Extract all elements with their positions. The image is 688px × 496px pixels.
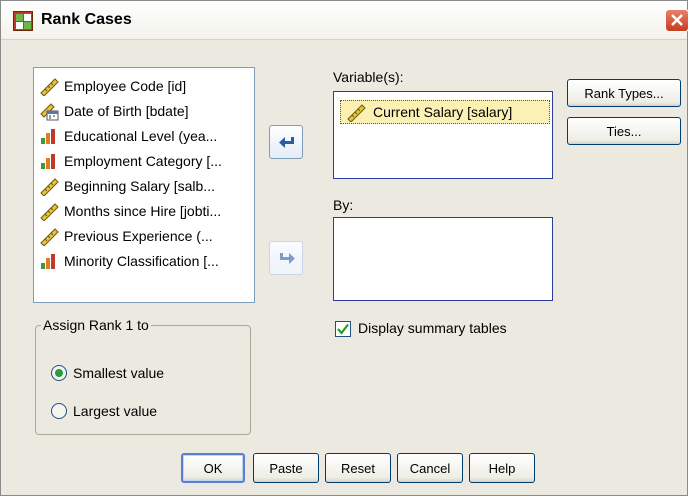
list-item[interactable]: Employee Code [id] (38, 74, 186, 98)
ok-button[interactable]: OK (181, 453, 245, 483)
arrow-left-icon (279, 137, 294, 148)
move-to-by-button[interactable] (269, 241, 303, 275)
list-item-label: Months since Hire [jobti... (64, 203, 222, 219)
ruler-icon (38, 226, 60, 247)
ruler-icon (38, 76, 60, 97)
checkmark-icon (337, 323, 349, 335)
list-item[interactable]: Months since Hire [jobti... (38, 199, 221, 223)
move-to-variables-button[interactable] (269, 125, 303, 159)
bar-chart-icon (38, 251, 60, 271)
date-ruler-icon (38, 101, 60, 121)
cancel-button[interactable]: Cancel (397, 453, 463, 483)
list-item-label: Beginning Salary [salb... (64, 178, 215, 194)
bar-chart-icon (38, 126, 60, 146)
app-icon (13, 11, 33, 31)
close-button[interactable] (665, 9, 688, 32)
ties-button[interactable]: Ties... (567, 117, 681, 145)
close-icon (671, 14, 683, 26)
assign-rank-title: Assign Rank 1 to (41, 317, 151, 333)
rank-cases-dialog: Rank Cases Employee Code [id] Date of Bi… (0, 0, 688, 496)
source-variable-list[interactable]: Employee Code [id] Date of Birth [bdate]… (33, 67, 255, 303)
list-item-label: Current Salary [salary] (373, 104, 513, 120)
by-list[interactable] (333, 217, 553, 301)
ruler-icon (38, 176, 60, 197)
bar-chart-icon (38, 151, 60, 171)
list-item-label: Minority Classification [... (64, 253, 219, 269)
reset-button[interactable]: Reset (325, 453, 391, 483)
list-item[interactable]: Current Salary [salary] (340, 100, 550, 124)
ruler-icon (38, 201, 60, 222)
list-item[interactable]: Beginning Salary [salb... (38, 174, 215, 198)
list-item[interactable]: Employment Category [... (38, 149, 222, 173)
list-item-label: Educational Level (yea... (64, 128, 218, 144)
summary-tables-label: Display summary tables (358, 320, 507, 336)
largest-value-label: Largest value (73, 403, 158, 419)
list-item-label: Employee Code [id] (64, 78, 187, 94)
summary-tables-checkbox[interactable] (335, 321, 351, 337)
by-label: By: (333, 197, 354, 213)
rank-types-button[interactable]: Rank Types... (567, 79, 681, 107)
list-item-label: Previous Experience (... (64, 228, 213, 244)
paste-button[interactable]: Paste (253, 453, 319, 483)
help-button[interactable]: Help (469, 453, 535, 483)
smallest-value-label: Smallest value (73, 365, 165, 381)
list-item[interactable]: Date of Birth [bdate] (38, 99, 189, 123)
arrow-right-icon (280, 253, 295, 264)
largest-value-radio[interactable] (51, 403, 67, 419)
list-item[interactable]: Educational Level (yea... (38, 124, 217, 148)
list-item[interactable]: Previous Experience (... (38, 224, 213, 248)
list-item-label: Employment Category [... (64, 153, 222, 169)
list-item[interactable]: Minority Classification [... (38, 249, 219, 273)
ruler-icon (345, 102, 367, 123)
variables-label: Variable(s): (333, 69, 404, 85)
title-bar[interactable]: Rank Cases (1, 1, 688, 40)
variables-list[interactable]: Current Salary [salary] (333, 91, 553, 179)
window-title: Rank Cases (41, 11, 132, 28)
list-item-label: Date of Birth [bdate] (64, 103, 189, 119)
smallest-value-radio[interactable] (51, 365, 67, 381)
